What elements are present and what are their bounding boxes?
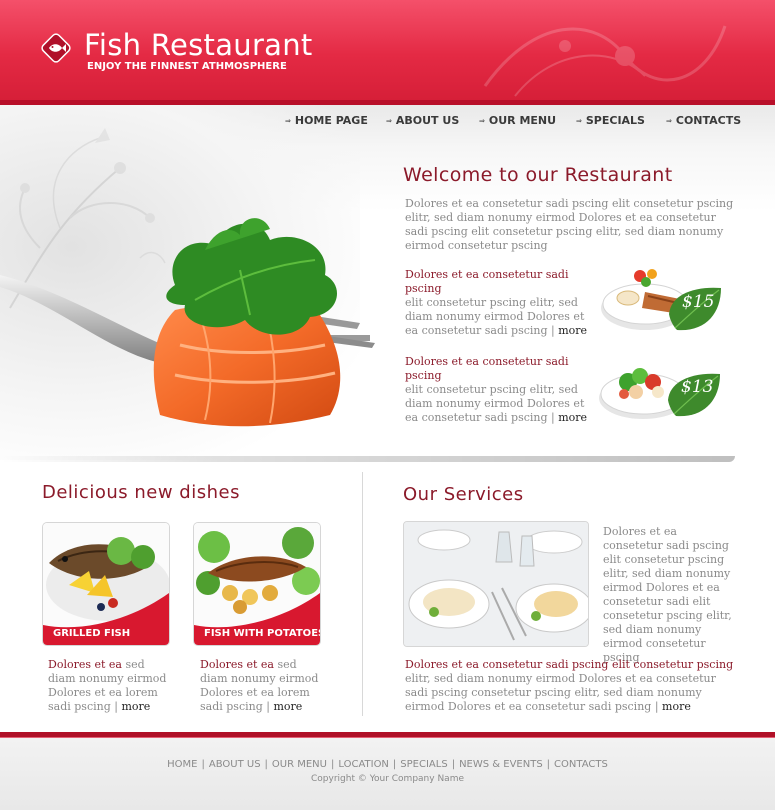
footer-links: HOME | ABOUT US | OUR MENU | LOCATION | SPECIALS… bbox=[0, 759, 775, 770]
footer-link-location[interactable]: LOCATION bbox=[338, 759, 389, 770]
more-link[interactable]: more bbox=[558, 411, 587, 424]
site-title[interactable]: Fish Restaurant bbox=[84, 28, 313, 62]
footer-separator: | bbox=[546, 759, 551, 770]
services-side-text: Dolores et ea consetetur sadi pscing eli… bbox=[603, 525, 732, 664]
footer-link-contacts[interactable]: CONTACTS bbox=[554, 759, 608, 770]
offer-item: Dolores et ea consetetur sadi pscing elit… bbox=[405, 268, 595, 338]
dish-heading[interactable]: Dolores et ea bbox=[200, 658, 274, 671]
nav-label: CONTACTS bbox=[675, 114, 742, 127]
services-photo[interactable] bbox=[403, 521, 589, 647]
footer-link-home[interactable]: HOME bbox=[167, 759, 197, 770]
price-label: $15 bbox=[682, 292, 715, 312]
more-link[interactable]: more bbox=[662, 700, 691, 713]
fish-logo-icon[interactable] bbox=[40, 32, 72, 64]
footer-separator: | bbox=[201, 759, 205, 770]
nav-our-menu[interactable]: ⇒ OUR MENU bbox=[479, 114, 556, 127]
dishes-title: Delicious new dishes bbox=[42, 482, 240, 503]
dish-caption: FISH WITH POTATOES bbox=[204, 628, 321, 639]
footer-link-news-events[interactable]: NEWS & EVENTS bbox=[459, 759, 543, 770]
offer-heading[interactable]: Dolores et ea consetetur sadi pscing bbox=[405, 355, 595, 383]
nav-label: SPECIALS bbox=[585, 114, 645, 127]
nav-bullet-icon: ⇒ bbox=[386, 117, 392, 125]
welcome-title: Welcome to our Restaurant bbox=[403, 164, 673, 186]
services-title: Our Services bbox=[403, 484, 524, 505]
dish-description: Dolores et ea sed diam nonumy eirmod Dol… bbox=[200, 658, 319, 713]
grilled-fish-image bbox=[43, 523, 169, 645]
price-label: $13 bbox=[681, 377, 714, 397]
dish-heading[interactable]: Dolores et ea bbox=[48, 658, 122, 671]
header-bar: Fish Restaurant ENJOY THE FINNEST ATHMOS… bbox=[0, 0, 775, 100]
footer-link-about-us[interactable]: ABOUT US bbox=[209, 759, 261, 770]
dish-card-grilled-fish[interactable]: GRILLED FISH bbox=[42, 522, 170, 646]
nav-label: ABOUT US bbox=[395, 114, 460, 127]
main-nav: ⇒ HOME PAGE ⇒ ABOUT US ⇒ OUR MENU ⇒ SPECIALS… bbox=[280, 114, 750, 130]
dish-card-fish-with-potatoes[interactable]: FISH WITH POTATOES bbox=[193, 522, 321, 646]
footer-link-our-menu[interactable]: OUR MENU bbox=[272, 759, 327, 770]
nav-contacts[interactable]: ⇒ CONTACTS bbox=[666, 114, 741, 127]
copyright-text: Copyright © Your Company Name bbox=[311, 774, 464, 784]
section-divider bbox=[362, 472, 363, 716]
nav-bullet-icon: ⇒ bbox=[576, 117, 582, 125]
hero-bottom-shadow bbox=[0, 456, 735, 462]
nav-specials[interactable]: ⇒ SPECIALS bbox=[576, 114, 645, 127]
footer-link-specials[interactable]: SPECIALS bbox=[400, 759, 447, 770]
footer-separator: | bbox=[264, 759, 268, 770]
nav-about-us[interactable]: ⇒ ABOUT US bbox=[386, 114, 459, 127]
footer-separator: | bbox=[451, 759, 456, 770]
services-description: Dolores et ea consetetur sadi pscing eli… bbox=[405, 658, 734, 713]
more-link[interactable]: more bbox=[558, 324, 587, 337]
offer-item: Dolores et ea consetetur sadi pscing elit… bbox=[405, 355, 595, 425]
nav-label: HOME PAGE bbox=[294, 114, 368, 127]
nav-label: OUR MENU bbox=[488, 114, 557, 127]
nav-bullet-icon: ⇒ bbox=[285, 117, 291, 125]
fish-potatoes-image bbox=[194, 523, 320, 645]
more-link[interactable]: more bbox=[273, 700, 302, 713]
decorative-swirl-icon bbox=[483, 25, 727, 97]
salmon-fork-image bbox=[0, 218, 375, 427]
footer-separator: | bbox=[392, 759, 397, 770]
site-tagline: ENJOY THE FINNEST ATHMOSPHERE bbox=[87, 61, 287, 72]
nav-home-page[interactable]: ⇒ HOME PAGE bbox=[285, 114, 368, 127]
more-link[interactable]: more bbox=[121, 700, 150, 713]
dish-caption: GRILLED FISH bbox=[53, 628, 131, 639]
nav-bullet-icon: ⇒ bbox=[666, 117, 672, 125]
services-heading[interactable]: Dolores et ea consetetur sadi pscing eli… bbox=[405, 658, 733, 671]
footer-separator: | bbox=[331, 759, 335, 770]
welcome-text: Dolores et ea consetetur sadi pscing eli… bbox=[405, 197, 734, 252]
dish-description: Dolores et ea sed diam nonumy eirmod Dol… bbox=[48, 658, 167, 713]
table-setting-image bbox=[404, 522, 588, 646]
offer-heading[interactable]: Dolores et ea consetetur sadi pscing bbox=[405, 268, 595, 296]
nav-bullet-icon: ⇒ bbox=[479, 117, 485, 125]
